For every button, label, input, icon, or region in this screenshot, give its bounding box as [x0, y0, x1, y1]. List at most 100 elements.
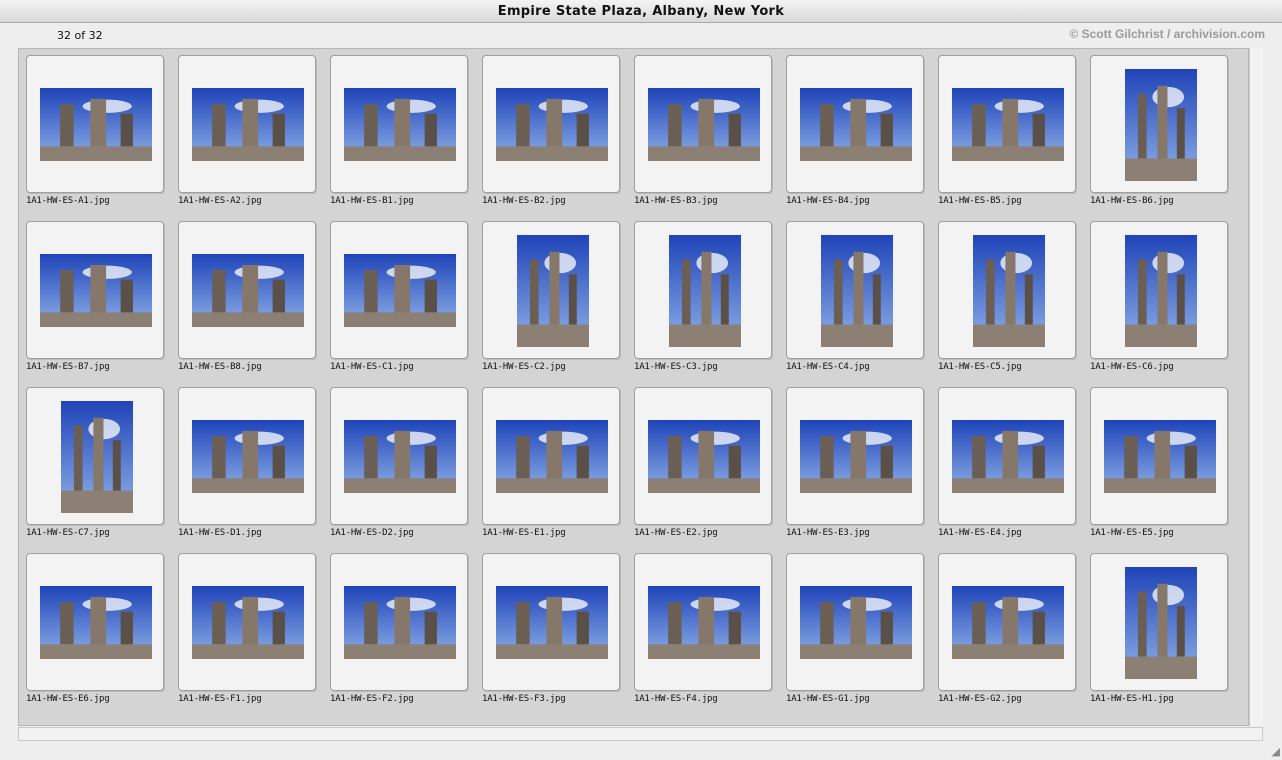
thumbnail-image[interactable]	[952, 420, 1064, 493]
thumbnail-item[interactable]: 1A1-HW-ES-B8.jpg	[171, 215, 316, 373]
slide-frame[interactable]	[634, 221, 772, 359]
thumbnail-image[interactable]	[40, 88, 152, 161]
thumbnail-item[interactable]: 1A1-HW-ES-E1.jpg	[475, 381, 620, 539]
slide-frame[interactable]	[938, 221, 1076, 359]
thumbnail-image[interactable]	[344, 88, 456, 161]
slide-frame[interactable]	[1090, 387, 1228, 525]
thumbnail-item[interactable]: 1A1-HW-ES-C3.jpg	[627, 215, 772, 373]
slide-frame[interactable]	[482, 553, 620, 691]
slide-frame[interactable]	[786, 387, 924, 525]
thumbnail-item[interactable]: 1A1-HW-ES-B5.jpg	[931, 49, 1076, 207]
thumbnail-image[interactable]	[648, 88, 760, 161]
thumbnail-item[interactable]: 1A1-HW-ES-F2.jpg	[323, 547, 468, 705]
thumbnail-image[interactable]	[800, 420, 912, 493]
thumbnail-image[interactable]	[192, 586, 304, 659]
thumbnail-image[interactable]	[821, 235, 893, 347]
slide-frame[interactable]	[26, 553, 164, 691]
thumbnail-item[interactable]: 1A1-HW-ES-C1.jpg	[323, 215, 468, 373]
thumbnail-image[interactable]	[648, 586, 760, 659]
thumbnail-item[interactable]: 1A1-HW-ES-B3.jpg	[627, 49, 772, 207]
thumbnail-item[interactable]: 1A1-HW-ES-C6.jpg	[1083, 215, 1228, 373]
slide-frame[interactable]	[634, 387, 772, 525]
thumbnail-item[interactable]: 1A1-HW-ES-E2.jpg	[627, 381, 772, 539]
thumbnail-item[interactable]: 1A1-HW-ES-F3.jpg	[475, 547, 620, 705]
slide-frame[interactable]	[178, 55, 316, 193]
thumbnail-image[interactable]	[800, 88, 912, 161]
thumbnail-image[interactable]	[1125, 567, 1197, 679]
thumbnail-image[interactable]	[800, 586, 912, 659]
thumbnail-image[interactable]	[973, 235, 1045, 347]
slide-frame[interactable]	[482, 221, 620, 359]
thumbnail-item[interactable]: 1A1-HW-ES-C5.jpg	[931, 215, 1076, 373]
slide-frame[interactable]	[330, 221, 468, 359]
thumbnail-item[interactable]: 1A1-HW-ES-G2.jpg	[931, 547, 1076, 705]
slide-frame[interactable]	[330, 55, 468, 193]
thumbnail-item[interactable]: 1A1-HW-ES-D2.jpg	[323, 381, 468, 539]
thumbnail-item[interactable]: 1A1-HW-ES-B2.jpg	[475, 49, 620, 207]
thumbnail-item[interactable]: 1A1-HW-ES-B4.jpg	[779, 49, 924, 207]
slide-frame[interactable]	[26, 387, 164, 525]
thumbnail-image[interactable]	[344, 254, 456, 327]
thumbnail-item[interactable]: 1A1-HW-ES-G1.jpg	[779, 547, 924, 705]
thumbnail-item[interactable]: 1A1-HW-ES-B1.jpg	[323, 49, 468, 207]
thumbnail-item[interactable]: 1A1-HW-ES-C2.jpg	[475, 215, 620, 373]
thumbnail-image[interactable]	[952, 586, 1064, 659]
slide-frame[interactable]	[1090, 553, 1228, 691]
thumbnail-image[interactable]	[192, 420, 304, 493]
slide-frame[interactable]	[786, 55, 924, 193]
slide-frame[interactable]	[178, 553, 316, 691]
thumbnail-item[interactable]: 1A1-HW-ES-F1.jpg	[171, 547, 316, 705]
thumbnail-item[interactable]: 1A1-HW-ES-A2.jpg	[171, 49, 316, 207]
slide-frame[interactable]	[330, 387, 468, 525]
thumbnail-item[interactable]: 1A1-HW-ES-A1.jpg	[19, 49, 164, 207]
thumbnail-image[interactable]	[344, 586, 456, 659]
resize-grip-icon[interactable]: ◢	[1268, 746, 1280, 758]
slide-frame[interactable]	[634, 55, 772, 193]
horizontal-scrollbar[interactable]	[18, 727, 1263, 741]
slide-frame[interactable]	[178, 387, 316, 525]
thumbnail-item[interactable]: 1A1-HW-ES-B7.jpg	[19, 215, 164, 373]
thumbnail-image[interactable]	[1104, 420, 1216, 493]
thumbnail-image[interactable]	[40, 254, 152, 327]
thumbnail-image[interactable]	[1125, 235, 1197, 347]
thumbnail-image[interactable]	[669, 235, 741, 347]
slide-frame[interactable]	[634, 553, 772, 691]
thumbnail-image[interactable]	[496, 586, 608, 659]
thumbnail-image[interactable]	[344, 420, 456, 493]
slide-frame[interactable]	[938, 387, 1076, 525]
thumbnail-image[interactable]	[517, 235, 589, 347]
thumbnail-image[interactable]	[496, 420, 608, 493]
slide-frame[interactable]	[330, 553, 468, 691]
slide-frame[interactable]	[938, 553, 1076, 691]
thumbnail-image[interactable]	[61, 401, 133, 513]
slide-frame[interactable]	[786, 553, 924, 691]
thumbnail-image[interactable]	[496, 88, 608, 161]
slide-frame[interactable]	[482, 387, 620, 525]
vertical-scrollbar[interactable]	[1249, 48, 1263, 726]
slide-frame[interactable]	[938, 55, 1076, 193]
thumbnail-item[interactable]: 1A1-HW-ES-C4.jpg	[779, 215, 924, 373]
thumbnail-image[interactable]	[40, 586, 152, 659]
thumbnail-image[interactable]	[1125, 69, 1197, 181]
slide-frame[interactable]	[1090, 55, 1228, 193]
thumbnail-item[interactable]: 1A1-HW-ES-D1.jpg	[171, 381, 316, 539]
slide-frame[interactable]	[178, 221, 316, 359]
thumbnail-item[interactable]: 1A1-HW-ES-E4.jpg	[931, 381, 1076, 539]
slide-frame[interactable]	[482, 55, 620, 193]
slide-frame[interactable]	[26, 55, 164, 193]
thumbnail-image[interactable]	[192, 254, 304, 327]
thumbnail-image[interactable]	[648, 420, 760, 493]
thumbnail-item[interactable]: 1A1-HW-ES-E5.jpg	[1083, 381, 1228, 539]
thumbnail-item[interactable]: 1A1-HW-ES-H1.jpg	[1083, 547, 1228, 705]
thumbnail-item[interactable]: 1A1-HW-ES-C7.jpg	[19, 381, 164, 539]
thumbnail-item[interactable]: 1A1-HW-ES-F4.jpg	[627, 547, 772, 705]
thumbnail-image[interactable]	[952, 88, 1064, 161]
window-titlebar[interactable]: Empire State Plaza, Albany, New York	[0, 0, 1282, 23]
thumbnail-image[interactable]	[192, 88, 304, 161]
slide-frame[interactable]	[1090, 221, 1228, 359]
thumbnail-item[interactable]: 1A1-HW-ES-E6.jpg	[19, 547, 164, 705]
thumbnail-item[interactable]: 1A1-HW-ES-B6.jpg	[1083, 49, 1228, 207]
thumbnail-item[interactable]: 1A1-HW-ES-E3.jpg	[779, 381, 924, 539]
slide-frame[interactable]	[786, 221, 924, 359]
slide-frame[interactable]	[26, 221, 164, 359]
